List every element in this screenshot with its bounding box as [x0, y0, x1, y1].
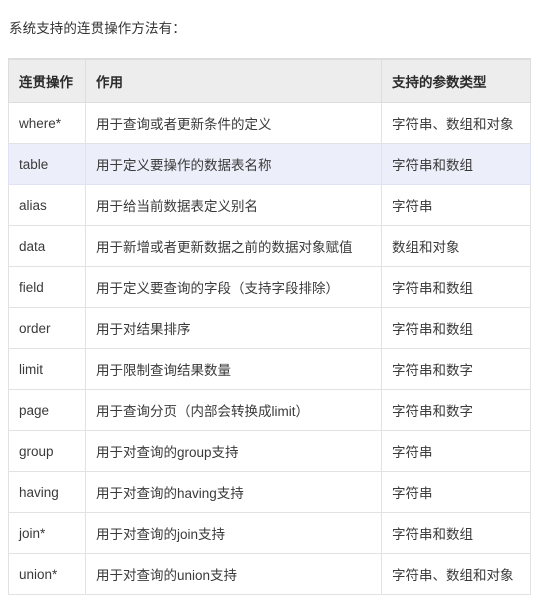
cell-operation: having: [8, 471, 86, 513]
table-row: field 用于定义要查询的字段（支持字段排除） 字符串和数组: [8, 266, 531, 308]
cell-purpose: 用于查询分页（内部会转换成limit）: [85, 389, 382, 431]
cell-purpose: 用于对查询的group支持: [85, 430, 382, 472]
cell-operation: table: [8, 143, 86, 185]
cell-parameter-types: 字符串: [381, 184, 531, 226]
page-root: 系统支持的连贯操作方法有： 连贯操作 作用 支持的参数类型 where* 用于查询…: [0, 14, 538, 607]
table-row: limit 用于限制查询结果数量 字符串和数字: [8, 348, 531, 390]
cell-purpose: 用于对查询的join支持: [85, 512, 382, 554]
table-row: having 用于对查询的having支持 字符串: [8, 471, 531, 513]
cell-parameter-types: 字符串、数组和对象: [381, 553, 531, 595]
cell-purpose: 用于定义要查询的字段（支持字段排除）: [85, 266, 382, 308]
cell-operation: group: [8, 430, 86, 472]
cell-purpose: 用于定义要操作的数据表名称: [85, 143, 382, 185]
cell-parameter-types: 字符串: [381, 471, 531, 513]
cell-purpose: 用于限制查询结果数量: [85, 348, 382, 390]
cell-purpose: 用于对结果排序: [85, 307, 382, 349]
cell-operation: page: [8, 389, 86, 431]
cell-operation: where*: [8, 102, 86, 144]
table-header-row: 连贯操作 作用 支持的参数类型: [8, 58, 531, 103]
cell-parameter-types: 字符串和数组: [381, 307, 531, 349]
cell-parameter-types: 数组和对象: [381, 225, 531, 267]
column-header-parameter-types: 支持的参数类型: [381, 58, 531, 103]
table-header: 连贯操作 作用 支持的参数类型: [8, 58, 531, 103]
cell-parameter-types: 字符串和数字: [381, 389, 531, 431]
table-row: page 用于查询分页（内部会转换成limit） 字符串和数字: [8, 389, 531, 431]
table-row: table 用于定义要操作的数据表名称 字符串和数组: [8, 143, 531, 185]
cell-operation: join*: [8, 512, 86, 554]
cell-parameter-types: 字符串和数字: [381, 348, 531, 390]
cell-parameter-types: 字符串、数组和对象: [381, 102, 531, 144]
cell-purpose: 用于新增或者更新数据之前的数据对象赋值: [85, 225, 382, 267]
cell-purpose: 用于给当前数据表定义别名: [85, 184, 382, 226]
cell-operation: data: [8, 225, 86, 267]
table-body: where* 用于查询或者更新条件的定义 字符串、数组和对象 table 用于定义要操作…: [8, 102, 531, 595]
intro-text: 系统支持的连贯操作方法有：: [9, 20, 186, 36]
column-header-operation: 连贯操作: [8, 58, 86, 103]
cell-parameter-types: 字符串和数组: [381, 143, 531, 185]
table-row: join* 用于对查询的join支持 字符串和数组: [8, 512, 531, 554]
cell-purpose: 用于对查询的having支持: [85, 471, 382, 513]
cell-operation: union*: [8, 553, 86, 595]
table-row: group 用于对查询的group支持 字符串: [8, 430, 531, 472]
cell-parameter-types: 字符串和数组: [381, 512, 531, 554]
column-header-purpose: 作用: [85, 58, 382, 103]
cell-operation: limit: [8, 348, 86, 390]
table-row: data 用于新增或者更新数据之前的数据对象赋值 数组和对象: [8, 225, 531, 267]
table-row: union* 用于对查询的union支持 字符串、数组和对象: [8, 553, 531, 595]
cell-operation: order: [8, 307, 86, 349]
table-row: alias 用于给当前数据表定义别名 字符串: [8, 184, 531, 226]
cell-operation: alias: [8, 184, 86, 226]
cell-purpose: 用于查询或者更新条件的定义: [85, 102, 382, 144]
table-row: where* 用于查询或者更新条件的定义 字符串、数组和对象: [8, 102, 531, 144]
cell-operation: field: [8, 266, 86, 308]
table-container: 连贯操作 作用 支持的参数类型 where* 用于查询或者更新条件的定义 字符串、数…: [8, 58, 531, 595]
cell-parameter-types: 字符串和数组: [381, 266, 531, 308]
table-row: order 用于对结果排序 字符串和数组: [8, 307, 531, 349]
chained-operations-table: 连贯操作 作用 支持的参数类型 where* 用于查询或者更新条件的定义 字符串、数…: [8, 58, 531, 595]
cell-purpose: 用于对查询的union支持: [85, 553, 382, 595]
cell-parameter-types: 字符串: [381, 430, 531, 472]
